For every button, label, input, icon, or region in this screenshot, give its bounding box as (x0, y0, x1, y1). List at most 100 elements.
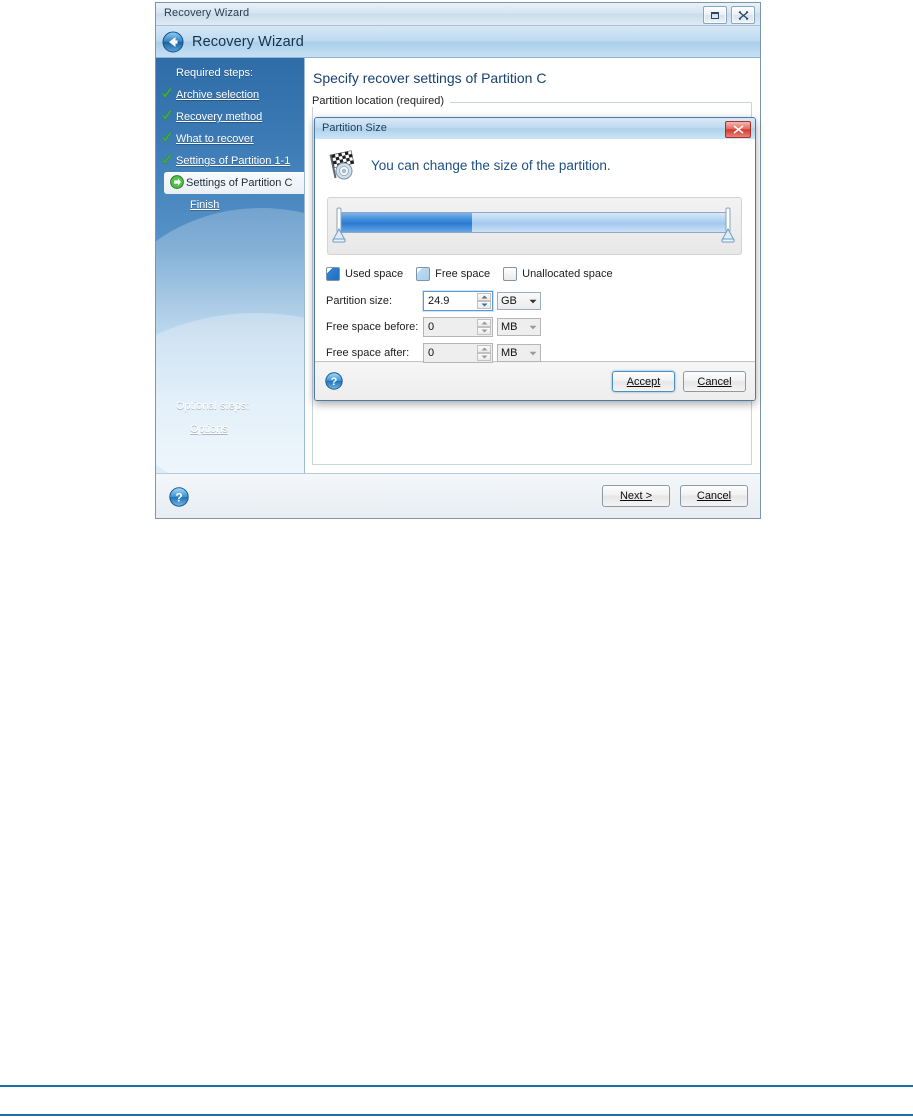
sidebar-step-label: Settings of Partition C (186, 177, 293, 189)
sidebar-step-label: What to recover (176, 133, 254, 145)
cancel-button[interactable]: Cancel (680, 485, 748, 507)
partition-size-input[interactable]: 24.9 (423, 291, 493, 311)
wizard-footer-buttons: Next > Cancel (602, 485, 748, 507)
sidebar-step-settings-partition-c[interactable]: Settings of Partition C (164, 172, 304, 194)
sidebar-step-label: Recovery method (176, 111, 263, 123)
free-space-after-unit-value: MB (501, 347, 518, 359)
dialog-footer: ? Accept Cancel (315, 363, 755, 400)
free-space-before-stepper[interactable] (477, 319, 491, 335)
stepper-down-icon[interactable] (477, 353, 491, 361)
restore-window-button[interactable] (703, 6, 727, 24)
page-title: Specify recover settings of Partition C (313, 70, 547, 86)
window-titlebar: Recovery Wizard (156, 3, 760, 26)
recovery-wizard-window: Recovery Wizard Recovery Wizard Required… (155, 2, 761, 519)
close-window-button[interactable] (731, 6, 755, 24)
sidebar-step-label: Archive selection (176, 89, 260, 101)
sidebar-step-options[interactable]: Options (156, 418, 304, 440)
sidebar-step-settings-partition-1-1[interactable]: Settings of Partition 1-1 (156, 150, 304, 172)
size-fields: Partition size: 24.9 GB Free space befor… (326, 291, 541, 369)
close-dialog-icon (733, 125, 743, 134)
group-legend-label: Partition location (required) (312, 95, 451, 107)
sidebar-step-finish[interactable]: Finish (156, 194, 304, 216)
unallocated-space-swatch-icon (503, 267, 518, 281)
green-check-icon (161, 87, 173, 99)
chevron-down-icon (529, 325, 537, 329)
restore-window-icon (711, 11, 719, 19)
accept-button-label: Accept (626, 375, 661, 388)
wizard-header-title: Recovery Wizard (192, 33, 304, 50)
svg-text:?: ? (175, 490, 182, 504)
sidebar-step-label: Finish (190, 199, 220, 211)
dialog-headline: You can change the size of the partition… (371, 157, 611, 173)
dialog-headline-row: You can change the size of the partition… (315, 139, 755, 180)
close-dialog-button[interactable] (725, 121, 751, 138)
free-space-after-stepper[interactable] (477, 345, 491, 361)
slider-handle-right-icon[interactable] (721, 207, 735, 243)
slider-handle-left-icon[interactable] (332, 207, 346, 243)
wizard-footer: ? Next > Cancel (156, 473, 760, 518)
required-steps-heading: Required steps: (176, 67, 254, 79)
used-space-swatch-icon (326, 267, 340, 281)
sidebar-step-recovery-method[interactable]: Recovery method (156, 106, 304, 128)
green-check-icon (161, 153, 173, 165)
free-space-after-row: Free space after: 0 MB (326, 343, 541, 363)
partition-size-stepper[interactable] (477, 293, 491, 309)
partition-size-unit-value: GB (501, 295, 517, 307)
partition-size-value: 24.9 (428, 295, 450, 307)
free-space-after-label: Free space after: (326, 347, 410, 359)
dialog-buttons: Accept Cancel (612, 371, 746, 392)
free-space-after-value: 0 (428, 347, 435, 359)
wizard-header: Recovery Wizard (156, 26, 760, 58)
legend-item-unallocated-space: Unallocated space (503, 267, 613, 281)
cancel-dialog-button[interactable]: Cancel (683, 371, 746, 392)
chevron-down-icon (529, 299, 537, 303)
stepper-up-icon[interactable] (477, 345, 491, 353)
dialog-title: Partition Size (322, 122, 387, 134)
stepper-down-icon[interactable] (477, 301, 491, 309)
window-controls (703, 6, 755, 24)
free-space-before-unit-value: MB (501, 321, 518, 333)
next-button[interactable]: Next > (602, 485, 670, 507)
free-space-before-value: 0 (428, 321, 435, 333)
partition-size-bar[interactable] (339, 212, 728, 233)
help-icon[interactable]: ? (325, 372, 343, 390)
partition-slider-panel (327, 197, 742, 255)
legend-item-used-space: Used space (326, 267, 403, 281)
chevron-down-icon (529, 351, 537, 355)
green-check-icon (161, 109, 173, 121)
partition-size-dialog: Partition Size You can change the size o… (314, 117, 756, 401)
back-arrow-icon[interactable] (162, 31, 184, 53)
free-space-after-unit-select[interactable]: MB (497, 344, 541, 362)
free-space-before-row: Free space before: 0 MB (326, 317, 541, 337)
partition-size-label: Partition size: (326, 295, 393, 307)
partition-size-unit-select[interactable]: GB (497, 292, 541, 310)
page-rule-bottom (0, 1114, 913, 1116)
page-rule-top (0, 1085, 913, 1087)
sidebar-step-what-to-recover[interactable]: What to recover (156, 128, 304, 150)
dialog-body: You can change the size of the partition… (315, 139, 755, 363)
accept-button[interactable]: Accept (612, 371, 675, 392)
sidebar-step-label: Settings of Partition 1-1 (176, 155, 291, 167)
sidebar-step-archive-selection[interactable]: Archive selection (156, 84, 304, 106)
legend-label: Used space (345, 268, 404, 280)
help-icon[interactable]: ? (169, 487, 189, 507)
stepper-up-icon[interactable] (477, 319, 491, 327)
wizard-sidebar: Required steps: Archive selection Recove… (156, 58, 304, 474)
cancel-button-label: Cancel (696, 490, 732, 502)
free-space-segment (471, 213, 727, 232)
green-arrow-icon (170, 175, 184, 189)
sidebar-step-label: Options (190, 423, 228, 435)
free-space-before-unit-select[interactable]: MB (497, 318, 541, 336)
optional-steps-heading: Optional steps: (176, 400, 250, 412)
stepper-up-icon[interactable] (477, 293, 491, 301)
used-space-segment (340, 213, 472, 232)
free-space-before-input[interactable]: 0 (423, 317, 493, 337)
legend-label: Unallocated space (522, 268, 613, 280)
window-title: Recovery Wizard (164, 7, 250, 19)
free-space-after-input[interactable]: 0 (423, 343, 493, 363)
free-space-before-label: Free space before: (326, 321, 419, 333)
stepper-down-icon[interactable] (477, 327, 491, 335)
dialog-titlebar: Partition Size (315, 118, 755, 140)
free-space-swatch-icon (416, 267, 431, 281)
cancel-dialog-button-label: Cancel (697, 375, 732, 388)
